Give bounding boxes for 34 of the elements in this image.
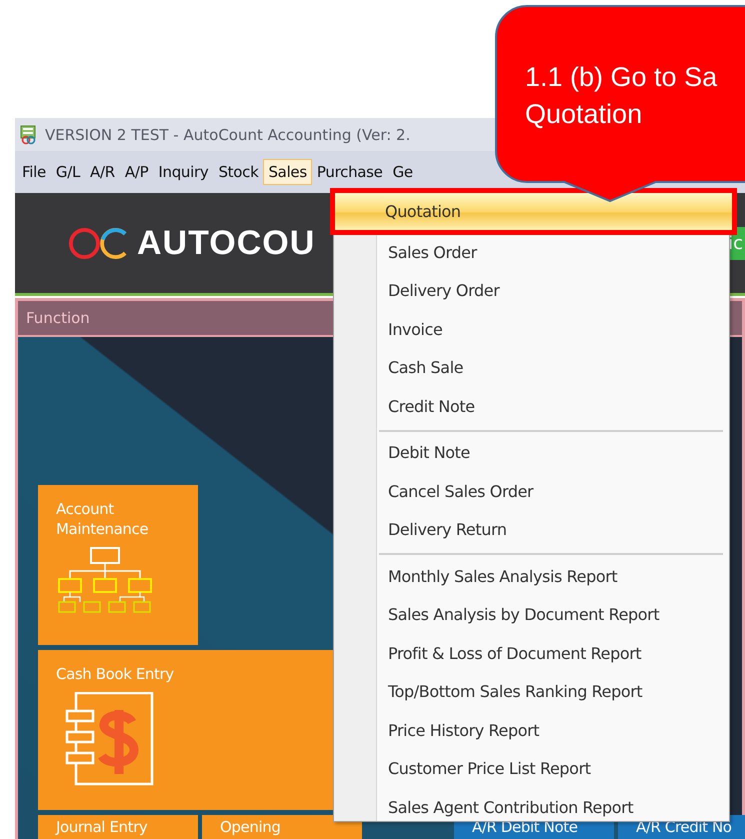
logo-text: AUTOCOU	[137, 224, 316, 262]
menu-item[interactable]: G/L	[50, 159, 86, 185]
menu-item[interactable]: Debit Note	[379, 434, 723, 472]
menu-item[interactable]: Monthly Sales Analysis Report	[379, 557, 723, 596]
menu-item[interactable]: Inquiry	[153, 159, 214, 185]
org-chart-icon	[58, 547, 154, 615]
menu-item[interactable]: Purchase	[312, 159, 388, 185]
menu-item[interactable]: Profit & Loss of Document Report	[379, 634, 723, 672]
menu-item[interactable]: Cancel Sales Order	[379, 472, 723, 510]
menu-item[interactable]: File	[17, 159, 51, 185]
menu-item[interactable]: Sales Analysis by Document Report	[379, 596, 723, 634]
menu-item[interactable]: Price History Report	[379, 711, 723, 750]
tile-label: Journal Entry	[56, 817, 148, 837]
menu-item[interactable]: Delivery Return	[379, 510, 723, 549]
menu-item[interactable]: Invoice	[377, 310, 729, 348]
menu-item[interactable]: Credit Note	[377, 387, 729, 426]
menu-item[interactable]: A/R	[85, 159, 120, 185]
tile-label: Cash Book Entry	[56, 664, 175, 684]
logo-icon	[67, 226, 129, 260]
panel-title: Function	[26, 309, 90, 327]
menu-item[interactable]: Stock	[213, 159, 264, 185]
menu-item[interactable]: Customer Price List Report	[379, 750, 723, 788]
menu-item[interactable]: A/P	[120, 159, 154, 185]
tile-label: Account Maintenance	[56, 499, 150, 539]
window-title: VERSION 2 TEST - AutoCount Accounting (Ver: 2.	[45, 126, 410, 144]
cash-book-icon	[64, 692, 154, 786]
menu-item[interactable]: Delivery Order	[377, 272, 729, 310]
menu-item[interactable]: Cash Sale	[377, 348, 729, 387]
callout-text: 1.1 (b) Go to Sa Quotation	[525, 61, 718, 131]
tile-label: Opening	[220, 817, 282, 837]
menu-item[interactable]: Ge	[388, 159, 418, 185]
menu-item[interactable]: Top/Bottom Sales Ranking Report	[379, 672, 723, 711]
menu-item[interactable]: Quotation	[330, 188, 737, 235]
menu-item[interactable]: Sales	[263, 159, 312, 185]
